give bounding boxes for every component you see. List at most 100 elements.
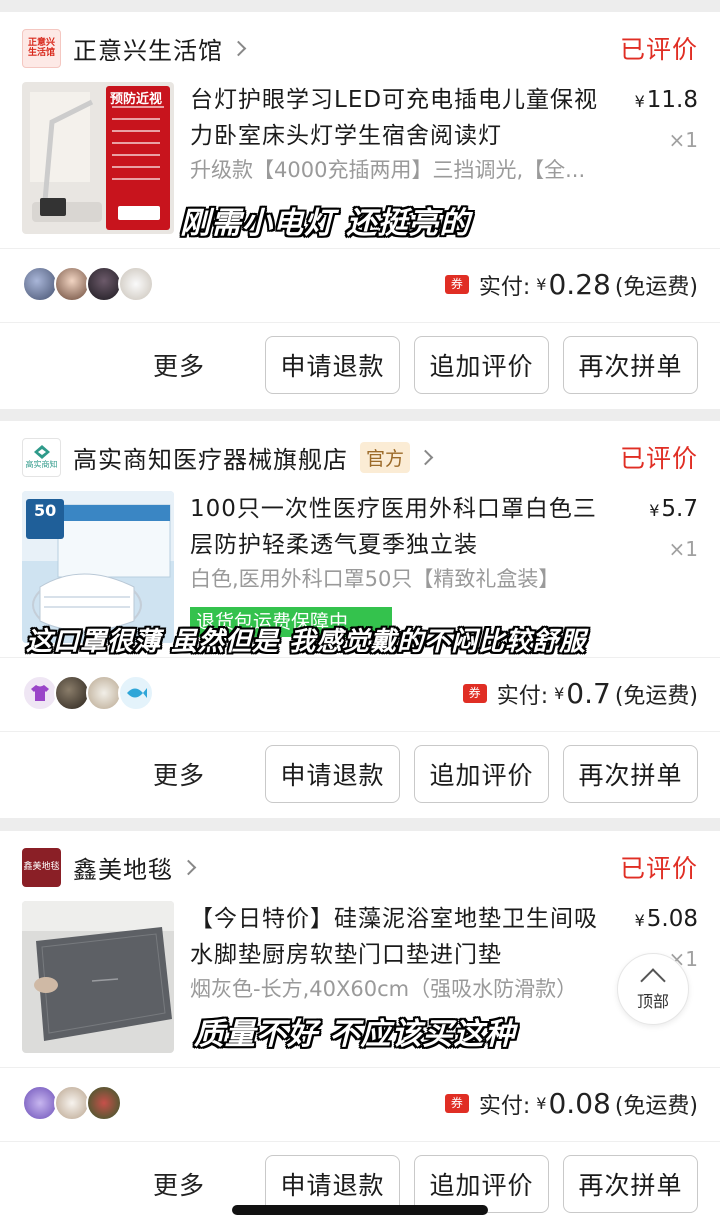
- reviewer-avatars[interactable]: [22, 266, 154, 302]
- shirt-icon: [31, 685, 49, 701]
- more-button[interactable]: 更多: [153, 347, 205, 383]
- shop-header[interactable]: 鑫美地毯 鑫美地毯 已评价: [22, 847, 698, 887]
- avatar: [54, 1085, 90, 1121]
- currency-symbol: ¥: [649, 501, 660, 520]
- price-value: 5.08: [646, 906, 698, 932]
- avatar: [22, 675, 58, 711]
- price-value: 11.8: [646, 87, 698, 113]
- avatar: [54, 266, 90, 302]
- shop-logo-text: 鑫美地毯: [23, 862, 60, 872]
- reorder-button[interactable]: 再次拼单: [563, 745, 698, 803]
- divider: [0, 657, 720, 658]
- payment-summary: 券 实付: ¥ 0.08 (免运费): [444, 1087, 698, 1120]
- shop-header[interactable]: 正意兴 生活馆 正意兴生活馆 已评价: [22, 28, 698, 68]
- coupon-badge: 券: [444, 1094, 469, 1113]
- product-price: ¥11.8: [635, 82, 698, 120]
- avatar: [54, 675, 90, 711]
- product-price: ¥5.08: [635, 901, 698, 939]
- divider: [0, 731, 720, 732]
- reorder-button[interactable]: 再次拼单: [563, 1155, 698, 1213]
- order-status: 已评价: [619, 854, 698, 883]
- avatar: [86, 1085, 122, 1121]
- reorder-button[interactable]: 再次拼单: [563, 336, 698, 394]
- product-title[interactable]: 100只一次性医疗医用外科口罩白色三层防护轻柔透气夏季独立装: [190, 491, 620, 563]
- divider: [0, 1141, 720, 1142]
- refund-button[interactable]: 申请退款: [265, 336, 400, 394]
- shipping-note: (免运费): [614, 274, 698, 300]
- order-card: 鑫美地毯 鑫美地毯 已评价 【今日特价】硅藻泥浴室地垫卫生间吸水脚垫厨房软垫门口…: [0, 831, 720, 1230]
- avatar: [86, 675, 122, 711]
- order-actions: 更多 申请退款 追加评价 再次拼单: [153, 745, 698, 803]
- reviewer-avatars[interactable]: [22, 675, 154, 711]
- shipping-note: (免运费): [614, 683, 698, 709]
- avatar: [22, 1085, 58, 1121]
- avatar: [118, 675, 154, 711]
- divider: [0, 248, 720, 249]
- refund-button[interactable]: 申请退款: [265, 745, 400, 803]
- shop-name[interactable]: 鑫美地毯: [73, 850, 173, 885]
- add-review-button[interactable]: 追加评价: [414, 336, 549, 394]
- shop-logo: 鑫美地毯: [22, 847, 61, 887]
- shop-logo: 高实商知: [22, 437, 61, 477]
- fish-icon: [127, 688, 147, 698]
- pay-label: 实付:: [478, 274, 531, 300]
- product-thumbnail[interactable]: 预防近视: [22, 82, 174, 234]
- home-indicator[interactable]: [232, 1205, 488, 1215]
- divider: [0, 1067, 720, 1068]
- order-list: 正意兴 生活馆 正意兴生活馆 已评价 预防近视 台灯护眼学习LED可充电插电儿童…: [0, 0, 720, 1230]
- reviewer-avatars[interactable]: [22, 1085, 122, 1121]
- currency-symbol: ¥: [634, 911, 645, 930]
- product-title[interactable]: 【今日特价】硅藻泥浴室地垫卫生间吸水脚垫厨房软垫门口垫进门垫: [190, 901, 620, 973]
- product-qty: ×1: [668, 537, 698, 561]
- thumb-badge: 50: [34, 501, 57, 520]
- price-value: 5.7: [661, 496, 698, 522]
- shop-name[interactable]: 高实商知医疗器械旗舰店: [73, 440, 348, 475]
- back-to-top-button[interactable]: 顶部: [617, 953, 689, 1025]
- payment-summary: 券 实付: ¥ 0.28 (免运费): [444, 268, 698, 301]
- pay-label: 实付:: [478, 1093, 531, 1119]
- pay-amount: 0.28: [548, 268, 611, 301]
- video-caption: 这口罩很薄 虽然但是 我感觉戴的不闷比较舒服: [26, 627, 587, 657]
- more-button[interactable]: 更多: [153, 756, 205, 792]
- chevron-right-icon: [180, 859, 197, 875]
- shop-logo-icon: [33, 445, 50, 459]
- pay-amount: 0.08: [548, 1087, 611, 1120]
- shop-logo-text: 正意兴: [27, 38, 55, 48]
- order-status: 已评价: [619, 444, 698, 473]
- product-title[interactable]: 台灯护眼学习LED可充电插电儿童保视力卧室床头灯学生宿舍阅读灯: [190, 82, 620, 154]
- video-caption: 刚需小电灯 还挺亮的: [180, 206, 471, 241]
- divider: [0, 322, 720, 323]
- pay-amount: 0.7: [566, 677, 611, 710]
- shop-name[interactable]: 正意兴生活馆: [73, 31, 223, 66]
- coupon-badge: 券: [462, 684, 487, 703]
- product-qty: ×1: [668, 128, 698, 152]
- chevron-right-icon: [417, 449, 434, 465]
- coupon-badge: 券: [444, 275, 469, 294]
- product-spec: 烟灰色-长方,40X60cm（强吸水防滑款）: [190, 977, 578, 1001]
- avatar: [86, 266, 122, 302]
- order-status: 已评价: [619, 35, 698, 64]
- chevron-right-icon: [230, 40, 247, 56]
- order-card: 正意兴 生活馆 正意兴生活馆 已评价 预防近视 台灯护眼学习LED可充电插电儿童…: [0, 12, 720, 409]
- shipping-note: (免运费): [614, 1093, 698, 1119]
- currency-symbol: ¥: [554, 684, 565, 703]
- product-thumbnail[interactable]: [22, 901, 174, 1053]
- more-button[interactable]: 更多: [153, 1166, 205, 1202]
- order-actions: 更多 申请退款 追加评价 再次拼单: [153, 336, 698, 394]
- currency-symbol: ¥: [536, 1094, 547, 1113]
- avatar: [118, 266, 154, 302]
- video-caption: 质量不好 不应该买这种: [194, 1017, 516, 1052]
- product-spec: 白色,医用外科口罩50只【精致礼盒装】: [190, 567, 560, 591]
- shop-header[interactable]: 高实商知 高实商知医疗器械旗舰店 官方 已评价: [22, 437, 698, 477]
- add-review-button[interactable]: 追加评价: [414, 745, 549, 803]
- product-spec: 升级款【4000充插两用】三挡调光,【全...: [190, 158, 586, 182]
- official-badge: 官方: [360, 441, 411, 473]
- shop-logo: 正意兴 生活馆: [22, 28, 61, 68]
- order-card: 高实商知 高实商知医疗器械旗舰店 官方 已评价 50 100只一次性医疗医用外科…: [0, 421, 720, 818]
- pay-label: 实付:: [496, 683, 549, 709]
- shop-logo-text: 生活馆: [27, 48, 55, 58]
- avatar: [22, 266, 58, 302]
- product-price: ¥5.7: [649, 491, 698, 529]
- thumb-badge: 预防近视: [110, 92, 163, 107]
- shop-logo-text: 高实商知: [25, 460, 58, 469]
